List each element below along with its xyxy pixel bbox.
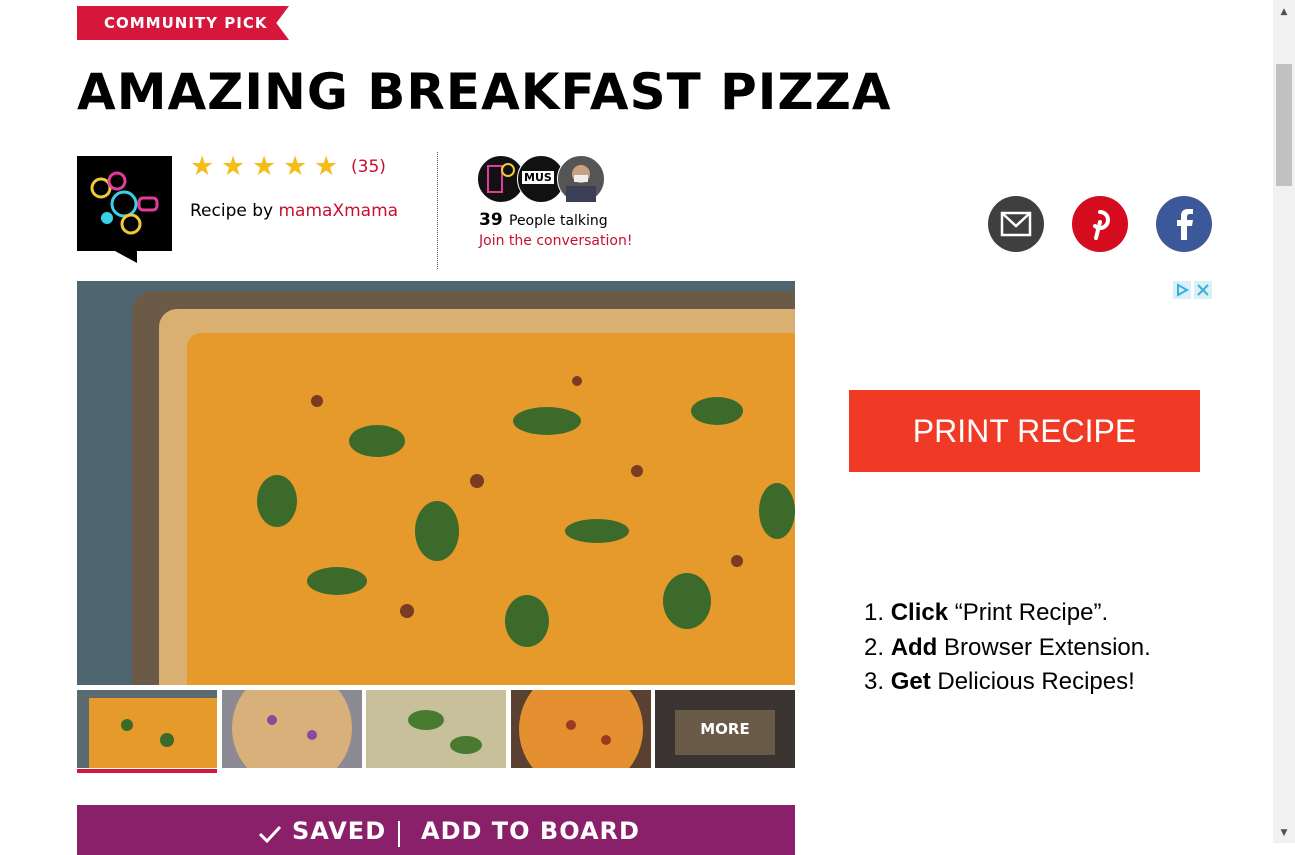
more-photos-button[interactable]: MORE <box>655 690 795 768</box>
ad-choices-badges[interactable] <box>1173 281 1212 299</box>
checkmark-icon <box>258 825 282 844</box>
pizza-photo-image <box>77 281 795 685</box>
recipe-by: Recipe by mamaXmama <box>190 201 398 221</box>
pinterest-icon <box>1093 210 1110 240</box>
save-bar: SAVED ADD TO BOARD <box>77 805 795 855</box>
share-email-button[interactable] <box>988 196 1044 252</box>
avatar-text: MUS <box>522 171 554 184</box>
join-conversation-link[interactable]: Join the conversation! <box>479 233 632 249</box>
ad-step: 1. Click “Print Recipe”. <box>864 599 1109 626</box>
pizza-thumb-image <box>77 690 217 768</box>
pizza-thumb-image <box>511 690 651 768</box>
people-talking-count: 39 <box>479 210 503 230</box>
save-bar-separator <box>398 821 400 847</box>
rating-count[interactable]: (35) <box>351 157 386 177</box>
people-talking-label: People talking <box>509 213 608 229</box>
pizza-thumb-image <box>366 690 506 768</box>
page-title: AMAZING BREAKFAST PIZZA <box>77 63 892 121</box>
print-recipe-button[interactable]: PRINT RECIPE <box>849 390 1200 472</box>
facebook-icon <box>1177 209 1193 240</box>
scroll-up-arrow-icon[interactable]: ▲ <box>1273 4 1295 20</box>
banner-label: COMMUNITY PICK <box>104 14 268 32</box>
share-facebook-button[interactable] <box>1156 196 1212 252</box>
author-avatar[interactable] <box>77 156 172 263</box>
more-label: MORE <box>700 720 750 738</box>
dotted-divider <box>437 152 438 269</box>
star-icon: ★ <box>190 151 215 182</box>
scroll-thumb[interactable] <box>1276 64 1292 186</box>
add-to-board-button[interactable]: ADD TO BOARD <box>421 817 640 845</box>
ad-step: 2. Add Browser Extension. <box>864 633 1151 661</box>
star-icon: ★ <box>252 151 277 182</box>
user-avatar[interactable] <box>557 155 605 203</box>
envelope-icon <box>1000 211 1032 237</box>
pizza-thumb-image <box>222 690 362 768</box>
photo-thumbnail[interactable] <box>222 690 362 768</box>
author-avatar-art-icon <box>90 171 159 235</box>
ad-step: 3. Get Delicious Recipes! <box>864 668 1135 695</box>
star-icon: ★ <box>314 151 339 182</box>
photo-thumbnail[interactable] <box>511 690 651 768</box>
ad-steps-list: 1. Click “Print Recipe”. 2. Add Browser … <box>864 596 1151 700</box>
community-pick-banner: COMMUNITY PICK <box>77 6 289 40</box>
share-pinterest-button[interactable] <box>1072 196 1128 252</box>
person-photo-icon <box>566 165 596 202</box>
recipe-by-prefix: Recipe by <box>190 201 274 221</box>
scroll-down-arrow-icon[interactable]: ▼ <box>1273 825 1295 841</box>
star-icon: ★ <box>283 151 308 182</box>
photo-thumbnail[interactable] <box>77 690 217 773</box>
ad-choices-icon[interactable] <box>1173 281 1191 299</box>
vertical-scrollbar[interactable]: ▲ ▼ <box>1273 0 1295 843</box>
star-icon: ★ <box>221 151 246 182</box>
recipe-main-photo[interactable] <box>77 281 795 685</box>
photo-thumbnail[interactable] <box>366 690 506 768</box>
photo-thumbnail-strip: MORE <box>77 690 795 773</box>
star-rating[interactable]: ★ ★ ★ ★ ★ (35) <box>190 153 386 181</box>
saved-button[interactable]: SAVED <box>292 817 386 845</box>
ad-close-icon[interactable] <box>1194 281 1212 299</box>
author-link[interactable]: mamaXmama <box>279 201 399 221</box>
